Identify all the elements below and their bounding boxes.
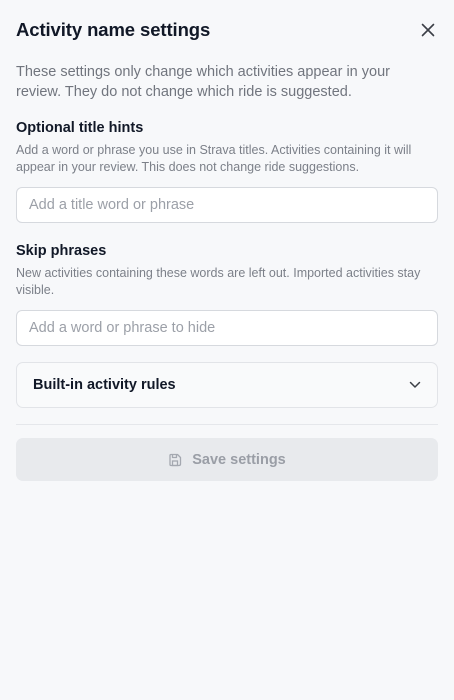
skip-phrases-section: Skip phrases New activities containing t… <box>16 242 438 346</box>
chevron-down-icon <box>409 381 421 389</box>
intro-text: These settings only change which activit… <box>16 64 390 100</box>
title-hints-label: Optional title hints <box>16 120 144 136</box>
builtin-rules-accordion[interactable]: Built-in activity rules <box>16 362 438 408</box>
skip-phrases-help: New activities containing these words ar… <box>16 266 421 297</box>
save-settings-label: Save settings <box>192 451 286 468</box>
skip-phrase-input[interactable] <box>16 310 438 346</box>
close-icon <box>421 23 435 37</box>
title-hints-help: Add a word or phrase you use in Strava t… <box>16 143 412 174</box>
skip-phrases-label: Skip phrases <box>16 243 107 259</box>
title-hints-section: Optional title hints Add a word or phras… <box>16 119 438 223</box>
close-button[interactable] <box>418 20 438 40</box>
title-hint-input[interactable] <box>16 187 438 223</box>
dialog-header: Activity name settings <box>16 0 438 62</box>
builtin-rules-label: Built-in activity rules <box>33 377 176 393</box>
dialog-title: Activity name settings <box>16 19 211 40</box>
save-icon <box>168 453 182 467</box>
divider <box>16 424 438 425</box>
save-settings-button[interactable]: Save settings <box>16 438 438 481</box>
activity-name-settings-panel: Activity name settings These settings on… <box>0 0 454 700</box>
